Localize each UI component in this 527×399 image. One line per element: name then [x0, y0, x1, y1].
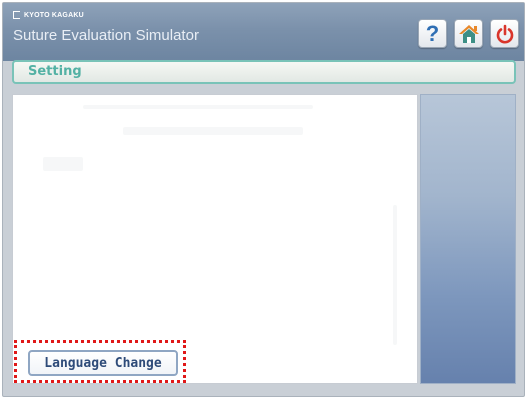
header-bar: KYOTO KAGAKU Suture Evaluation Simulator…: [3, 3, 524, 61]
faint-background-mark: [43, 157, 83, 171]
section-title: Setting: [28, 64, 82, 79]
home-button[interactable]: [454, 19, 483, 48]
power-button[interactable]: [490, 19, 519, 48]
help-icon: ?: [425, 20, 440, 46]
faint-background-mark: [393, 205, 397, 345]
language-change-button[interactable]: Language Change: [28, 350, 178, 376]
brand-name: KYOTO KAGAKU: [24, 11, 84, 19]
section-header: Setting: [12, 60, 516, 84]
home-icon: [458, 24, 479, 43]
faint-background-mark: [123, 127, 303, 135]
side-panel: [420, 94, 516, 384]
faint-background-mark: [83, 105, 313, 109]
help-button[interactable]: ?: [418, 19, 447, 48]
app-title: Suture Evaluation Simulator: [13, 27, 199, 44]
brand-logo: KYOTO KAGAKU: [13, 9, 84, 21]
power-icon: [496, 24, 513, 43]
brand-mark-icon: [13, 11, 20, 19]
